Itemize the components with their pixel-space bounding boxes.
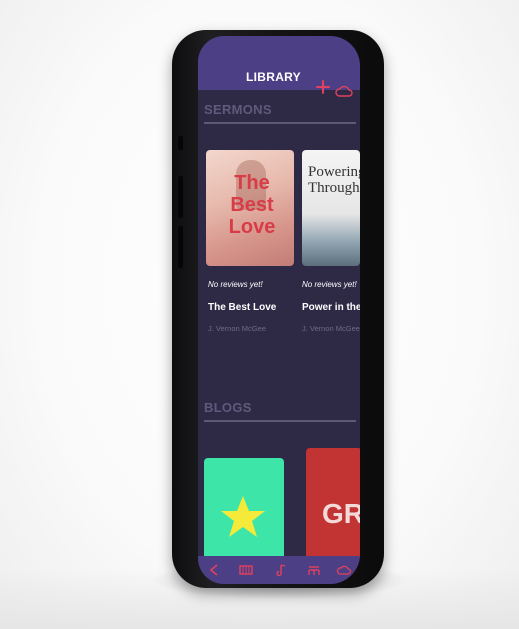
sermon-title[interactable]: Power in the P <box>302 302 360 313</box>
section-title-blogs: BLOGS <box>204 400 252 415</box>
sermon-card-cover[interactable]: Powering Through <box>302 150 360 266</box>
music-note-icon[interactable] <box>274 562 290 578</box>
review-status: No reviews yet! <box>208 280 263 289</box>
bottom-navigation <box>198 556 360 584</box>
cover-title-text: The Best Love <box>228 172 276 238</box>
star-icon <box>221 496 265 537</box>
phone-screen: LIBRARY SERMONS The Best Love Powering T… <box>198 36 360 584</box>
app-header: LIBRARY <box>198 36 360 97</box>
sermon-card-cover[interactable]: The Best Love <box>206 150 294 266</box>
phone-button-volume-up <box>178 176 183 218</box>
phone-button-upper <box>178 136 183 150</box>
render-scene: LIBRARY SERMONS The Best Love Powering T… <box>0 0 519 629</box>
sermon-author: J. Vernon McGee <box>208 324 266 333</box>
sermon-title[interactable]: The Best Love <box>208 302 276 313</box>
section-title-sermons: SERMONS <box>204 102 272 117</box>
cloud-icon[interactable] <box>336 562 352 578</box>
plus-icon[interactable] <box>316 80 330 94</box>
back-icon[interactable] <box>206 562 222 578</box>
menu-icon[interactable] <box>306 562 322 578</box>
section-divider <box>204 122 356 124</box>
cloud-icon[interactable] <box>335 85 353 97</box>
phone-button-volume-down <box>178 226 183 268</box>
page-title: LIBRARY <box>246 70 301 84</box>
blog-cover-text: GR <box>322 498 360 529</box>
sermon-author: J. Vernon McGee <box>302 324 360 333</box>
library-icon[interactable] <box>238 562 254 578</box>
section-divider <box>204 420 356 422</box>
cover-title-text: Powering Through <box>308 164 360 196</box>
review-status: No reviews yet! <box>302 280 357 289</box>
